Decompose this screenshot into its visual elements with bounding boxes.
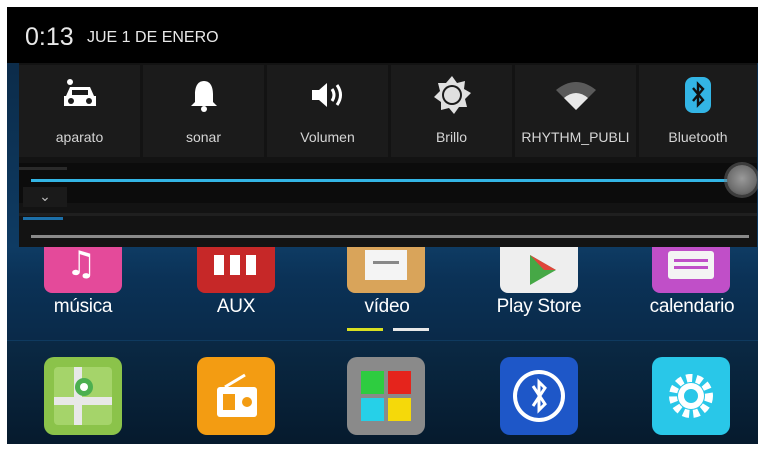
brightness-slider-row bbox=[19, 163, 757, 203]
status-bar: 0:13 JUE 1 DE ENERO bbox=[7, 7, 758, 63]
qs-tile-brightness[interactable]: Brillo bbox=[391, 65, 512, 157]
divider bbox=[23, 217, 63, 220]
bluetooth-app[interactable] bbox=[500, 357, 578, 435]
divider bbox=[19, 167, 67, 170]
brightness-icon bbox=[432, 76, 472, 114]
brightness-slider-thumb[interactable] bbox=[727, 165, 757, 195]
quick-settings-panel: aparato sonar Volumen Brillo RHYTHM_PUBL… bbox=[19, 63, 757, 247]
qs-tile-wifi[interactable]: RHYTHM_PUBLI bbox=[515, 65, 636, 157]
qs-tile-device[interactable]: aparato bbox=[19, 65, 140, 157]
volume-slider-track[interactable] bbox=[31, 235, 749, 238]
app-label-music: música bbox=[53, 296, 113, 317]
svg-text:♫: ♫ bbox=[66, 244, 96, 284]
qs-tile-volume[interactable]: Volumen bbox=[267, 65, 388, 157]
clock: 0:13 bbox=[25, 23, 74, 51]
apps-grid-app-icon[interactable] bbox=[347, 357, 425, 435]
qs-label-volume: Volumen bbox=[300, 129, 355, 145]
qs-label-device: aparato bbox=[55, 129, 104, 145]
maps-app-icon[interactable] bbox=[44, 357, 122, 435]
brightness-slider-track[interactable] bbox=[31, 179, 731, 182]
qs-label-sound: sonar bbox=[185, 129, 222, 145]
app-label-aux: AUX bbox=[216, 296, 256, 317]
qs-label-brightness: Brillo bbox=[435, 129, 468, 145]
android-screen: ♫ música AUX vídeo Play Store calendario bbox=[7, 7, 758, 444]
radio-app-icon[interactable] bbox=[197, 357, 275, 435]
volume-icon bbox=[308, 77, 348, 113]
qs-label-wifi: RHYTHM_PUBLI bbox=[521, 129, 630, 145]
app-label-calendar: calendario bbox=[649, 296, 735, 317]
divider bbox=[19, 213, 757, 216]
page-dot-active bbox=[347, 328, 383, 331]
radio-icon bbox=[217, 373, 257, 417]
app-label-video: vídeo bbox=[364, 296, 410, 317]
car-icon bbox=[60, 77, 100, 113]
settings-icon bbox=[669, 374, 713, 418]
page-dot bbox=[393, 328, 429, 331]
brightness-auto-icon: ⌄ bbox=[23, 187, 67, 207]
app-label-play-store: Play Store bbox=[496, 296, 582, 317]
date: JUE 1 DE ENERO bbox=[87, 29, 219, 46]
apps-grid-icon bbox=[361, 371, 411, 421]
qs-tile-bluetooth[interactable]: Bluetooth bbox=[639, 65, 757, 157]
wifi-icon bbox=[554, 77, 598, 113]
maps-icon bbox=[54, 367, 112, 425]
bell-icon bbox=[187, 77, 221, 113]
qs-tile-sound[interactable]: sonar bbox=[143, 65, 264, 157]
bluetooth-icon bbox=[683, 77, 713, 113]
settings-app-icon[interactable] bbox=[652, 357, 730, 435]
bluetooth-app-icon bbox=[513, 370, 565, 422]
qs-label-bluetooth: Bluetooth bbox=[668, 129, 728, 145]
